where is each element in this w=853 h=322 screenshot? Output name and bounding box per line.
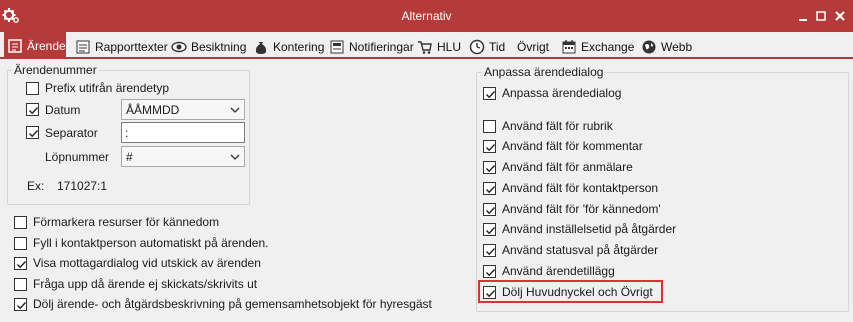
anpassa-item-label: Använd fält för anmälare xyxy=(502,160,633,174)
anpassa-main-label: Anpassa ärendedialog xyxy=(502,86,622,100)
anpassa-item-label: Använd fält för kommentar xyxy=(502,139,643,153)
tab-label: Övrigt xyxy=(517,39,550,54)
tab-besiktning[interactable]: Besiktning xyxy=(168,34,246,59)
checkmark-icon xyxy=(17,302,27,310)
lopnummer-select-value: # xyxy=(126,150,133,164)
anpassa-group-title: Anpassa ärendedialog xyxy=(482,65,606,79)
lopnummer-select[interactable]: # xyxy=(121,146,245,167)
anpassa-item-checkbox[interactable] xyxy=(483,140,496,153)
separator-input[interactable]: : xyxy=(121,122,245,143)
dolj-huvudnyckel-checkbox[interactable] xyxy=(483,286,496,299)
example-value: 171027:1 xyxy=(57,179,108,193)
tab-label: Besiktning xyxy=(191,39,247,54)
separator-checkbox[interactable] xyxy=(26,126,39,139)
option-label: Dölj ärende- och åtgärdsbeskrivning på g… xyxy=(33,297,432,311)
datum-select-value: ÅÅMMDD xyxy=(126,103,180,117)
checkmark-icon xyxy=(486,165,496,173)
option-label: Visa mottagardialog vid utskick av ärend… xyxy=(33,256,261,270)
tab-rapporttexter[interactable]: Rapporttexter xyxy=(72,34,168,59)
tab-label: Exchange xyxy=(581,39,635,54)
anpassa-item-checkbox[interactable] xyxy=(483,244,496,257)
case-icon xyxy=(8,38,22,53)
checkmark-icon xyxy=(486,144,496,152)
separator-input-value: : xyxy=(125,126,129,140)
checkmark-icon xyxy=(486,248,496,256)
datum-checkbox[interactable] xyxy=(26,103,39,116)
anpassa-item-checkbox[interactable] xyxy=(483,182,496,195)
checkmark-icon xyxy=(29,130,39,138)
clock-icon xyxy=(469,39,485,54)
close-icon[interactable] xyxy=(834,10,846,22)
tab-label: Kontering xyxy=(273,39,325,54)
tab-label: HLU xyxy=(437,39,462,54)
prefix-checkbox[interactable] xyxy=(26,82,39,95)
tab-label: Webb xyxy=(661,39,693,54)
anpassa-item-label: Använd statusval på åtgärder xyxy=(502,243,659,257)
example-label: Ex: xyxy=(27,179,45,193)
anpassa-item-label: Använd fält för rubrik xyxy=(502,119,613,133)
datum-select[interactable]: ÅÅMMDD xyxy=(121,99,245,120)
separator-label: Separator xyxy=(45,126,98,140)
notification-icon xyxy=(330,40,344,53)
option-label: Förmarkera resurser för kännedom xyxy=(33,215,220,229)
anpassa-item-label: Använd fält för kontaktperson xyxy=(502,181,659,195)
maximize-icon[interactable] xyxy=(815,10,827,22)
calendar-icon xyxy=(562,39,576,53)
option-label: Fråga upp då ärende ej skickats/skrivits… xyxy=(33,277,258,291)
checkmark-icon xyxy=(486,91,496,99)
datum-label: Datum xyxy=(45,103,81,117)
tab-webb[interactable]: Webb xyxy=(638,34,692,59)
anpassa-main-checkbox[interactable] xyxy=(483,87,496,100)
title-bar: Alternativ xyxy=(0,0,853,32)
tab-notifieringar[interactable]: Notifieringar xyxy=(326,34,414,59)
tab-bar: Ärende Rapporttexter Besiktning Konterin… xyxy=(0,32,853,59)
option-checkbox[interactable] xyxy=(14,278,27,291)
anpassa-item-label: Använd inställelsetid på åtgärder xyxy=(502,222,677,236)
lopnummer-label: Löpnummer xyxy=(45,150,110,164)
tab-kontering[interactable]: Kontering xyxy=(250,34,324,59)
minimize-icon[interactable] xyxy=(797,10,809,22)
tab-tid[interactable]: Tid xyxy=(466,34,505,59)
window-title: Alternativ xyxy=(401,9,452,23)
tab-label: Rapporttexter xyxy=(95,39,168,54)
option-label: Fyll i kontaktperson automatiskt på ären… xyxy=(33,236,269,250)
checkmark-icon xyxy=(486,186,496,194)
anpassa-item-checkbox[interactable] xyxy=(483,223,496,236)
chevron-down-icon xyxy=(230,154,240,160)
checkmark-icon xyxy=(486,290,496,298)
checkmark-icon xyxy=(486,207,496,215)
option-checkbox[interactable] xyxy=(14,298,27,311)
chevron-down-icon xyxy=(230,107,240,113)
eye-icon xyxy=(171,41,187,52)
prefix-label: Prefix utifrån ärendetyp xyxy=(45,81,170,95)
checkmark-icon xyxy=(486,269,496,277)
tab-label: Notifieringar xyxy=(349,39,414,54)
money-bag-icon xyxy=(255,41,267,54)
report-icon xyxy=(76,40,90,53)
anpassa-item-checkbox[interactable] xyxy=(483,265,496,278)
checkmark-icon xyxy=(29,107,39,115)
tab-hlu[interactable]: HLU xyxy=(414,34,461,59)
anpassa-item-label: Använd ärendetillägg xyxy=(502,264,615,278)
globe-icon xyxy=(642,40,656,53)
anpassa-item-checkbox[interactable] xyxy=(483,203,496,216)
anpassa-item-checkbox[interactable] xyxy=(483,161,496,174)
tab-label: Tid xyxy=(489,39,506,54)
dolj-huvudnyckel-label: Dölj Huvudnyckel och Övrigt xyxy=(502,285,653,299)
tab-exchange[interactable]: Exchange xyxy=(558,34,634,59)
tab-label: Ärende xyxy=(27,38,66,53)
option-checkbox[interactable] xyxy=(14,257,27,270)
tab-ovrigt[interactable]: Övrigt xyxy=(514,34,549,59)
option-checkbox[interactable] xyxy=(14,216,27,229)
checkmark-icon xyxy=(486,227,496,235)
tab-arende[interactable]: Ärende xyxy=(4,32,66,59)
checkmark-icon xyxy=(17,261,27,269)
anpassa-item-checkbox[interactable] xyxy=(483,120,496,133)
cart-icon xyxy=(418,40,432,54)
arendenummer-group-title: Ärendenummer xyxy=(12,63,99,77)
anpassa-item-label: Använd fält för 'för kännedom' xyxy=(502,202,661,216)
option-checkbox[interactable] xyxy=(14,237,27,250)
